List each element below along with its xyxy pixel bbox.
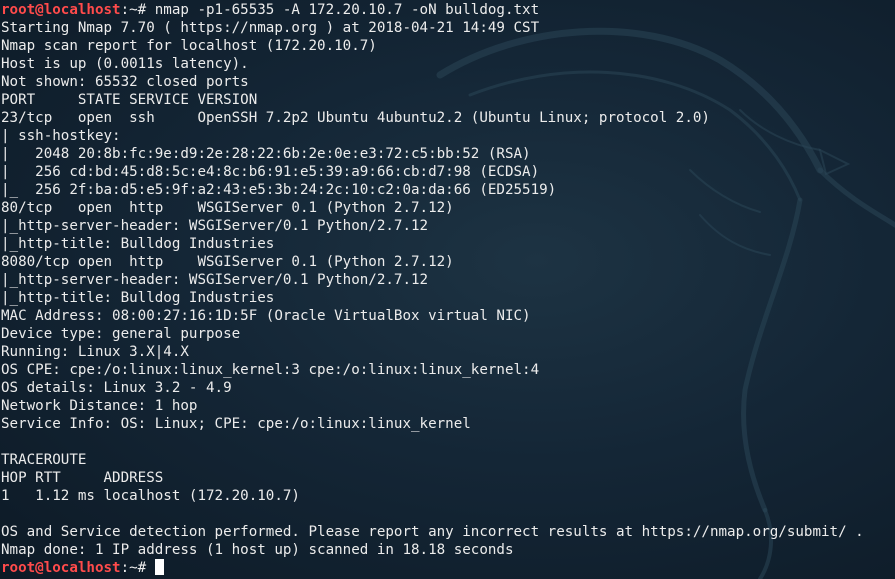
prompt-user: root@localhost: [1, 2, 121, 18]
command-text: nmap -p1-65535 -A 172.20.10.7 -oN bulldo…: [154, 2, 540, 18]
output-line: | ssh-hostkey:: [1, 128, 121, 144]
output-line: Device type: general purpose: [1, 326, 241, 342]
output-line: | 2048 20:8b:fc:9e:d9:2e:28:22:6b:2e:0e:…: [1, 146, 531, 162]
output-line: |_http-server-header: WSGIServer/0.1 Pyt…: [1, 272, 429, 288]
output-line: Running: Linux 3.X|4.X: [1, 344, 189, 360]
output-line: |_ 256 2f:ba:d5:e5:9f:a2:43:e5:3b:24:2c:…: [1, 182, 557, 198]
output-line: MAC Address: 08:00:27:16:1D:5F (Oracle V…: [1, 308, 531, 324]
output-line: OS and Service detection performed. Plea…: [1, 524, 864, 540]
output-line: Starting Nmap 7.70 ( https://nmap.org ) …: [1, 20, 540, 36]
output-line: 80/tcp open http WSGIServer 0.1 (Python …: [1, 200, 454, 216]
terminal-output: root@localhost:~# nmap -p1-65535 -A 172.…: [1, 1, 864, 577]
output-line: Not shown: 65532 closed ports: [1, 74, 249, 90]
output-line: Host is up (0.0011s latency).: [1, 56, 249, 72]
output-line: PORT STATE SERVICE VERSION: [1, 92, 258, 108]
command-line: root@localhost:~# nmap -p1-65535 -A 172.…: [1, 1, 864, 19]
terminal-window[interactable]: root@localhost:~# nmap -p1-65535 -A 172.…: [0, 0, 895, 579]
output-line: TRACEROUTE: [1, 452, 87, 468]
output-line: Nmap done: 1 IP address (1 host up) scan…: [1, 542, 514, 558]
input-line[interactable]: root@localhost:~#: [1, 559, 864, 577]
output-line: | 256 cd:bd:45:d8:5c:e4:8c:b6:91:e5:39:a…: [1, 164, 540, 180]
output-line: Network Distance: 1 hop: [1, 398, 198, 414]
output-line: HOP RTT ADDRESS: [1, 470, 164, 486]
output-line: OS details: Linux 3.2 - 4.9: [1, 380, 232, 396]
output-line: Nmap scan report for localhost (172.20.1…: [1, 38, 377, 54]
output-line: |_http-title: Bulldog Industries: [1, 236, 275, 252]
prompt-suffix: :~#: [120, 560, 155, 576]
output-line: 1 1.12 ms localhost (172.20.10.7): [1, 488, 300, 504]
output-line: |_http-server-header: WSGIServer/0.1 Pyt…: [1, 218, 429, 234]
text-cursor[interactable]: [154, 559, 164, 575]
output-line: OS CPE: cpe:/o:linux:linux_kernel:3 cpe:…: [1, 362, 540, 378]
output-line: |_http-title: Bulldog Industries: [1, 290, 275, 306]
output-line: 23/tcp open ssh OpenSSH 7.2p2 Ubuntu 4ub…: [1, 110, 710, 126]
prompt-suffix: :~#: [120, 2, 155, 18]
prompt-user: root@localhost: [1, 560, 121, 576]
output-line: Service Info: OS: Linux; CPE: cpe:/o:lin…: [1, 416, 471, 432]
output-line: 8080/tcp open http WSGIServer 0.1 (Pytho…: [1, 254, 454, 270]
